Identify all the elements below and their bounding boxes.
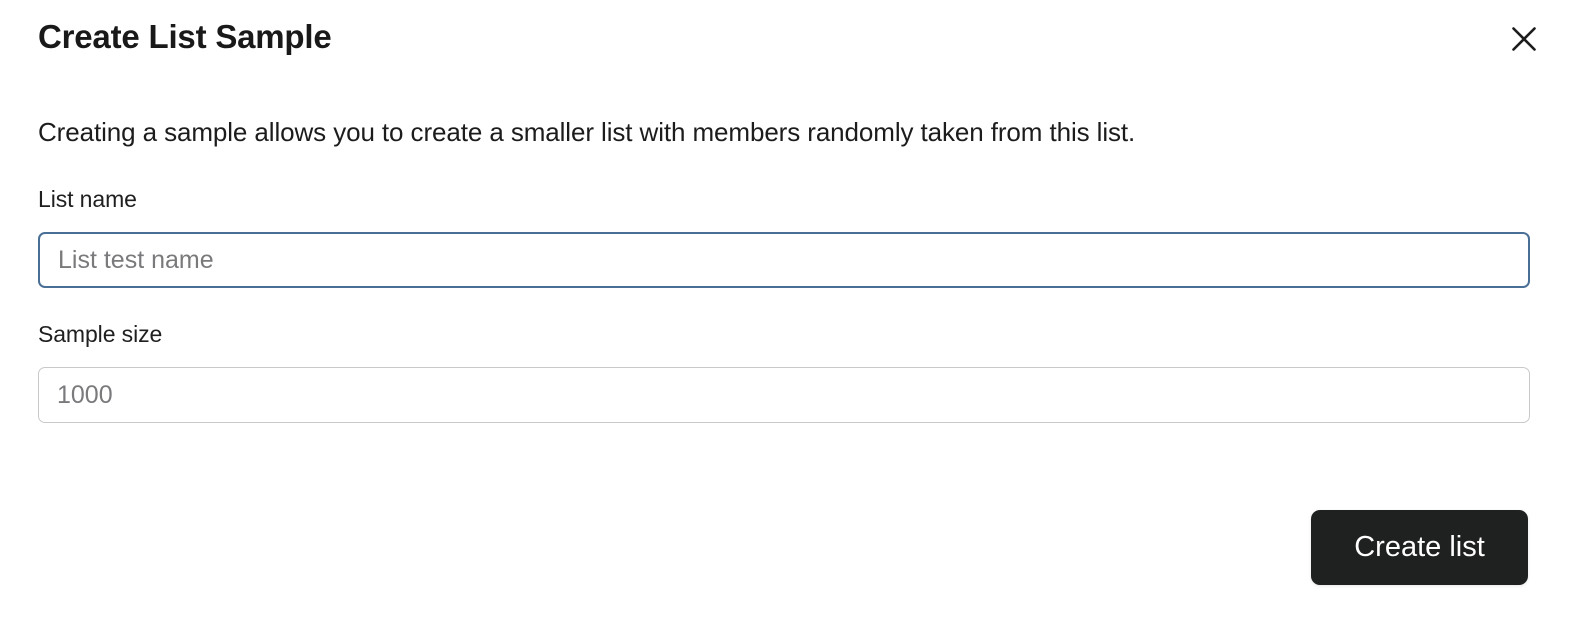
close-button[interactable] [1504, 19, 1544, 59]
field-list-name: List name [38, 184, 1530, 288]
field-sample-size: Sample size [38, 319, 1530, 423]
dialog-description: Creating a sample allows you to create a… [38, 117, 1136, 147]
list-name-input[interactable] [38, 232, 1530, 288]
dialog-header: Create List Sample [38, 14, 1544, 64]
list-name-label: List name [38, 186, 137, 212]
page-title: Create List Sample [38, 18, 332, 55]
create-list-sample-dialog: Create List Sample Creating a sample all… [0, 0, 1582, 624]
sample-size-input[interactable] [38, 367, 1530, 423]
sample-size-label: Sample size [38, 321, 163, 347]
close-icon [1511, 26, 1537, 52]
dialog-footer: Create list [38, 510, 1528, 586]
create-list-button[interactable]: Create list [1311, 510, 1528, 585]
